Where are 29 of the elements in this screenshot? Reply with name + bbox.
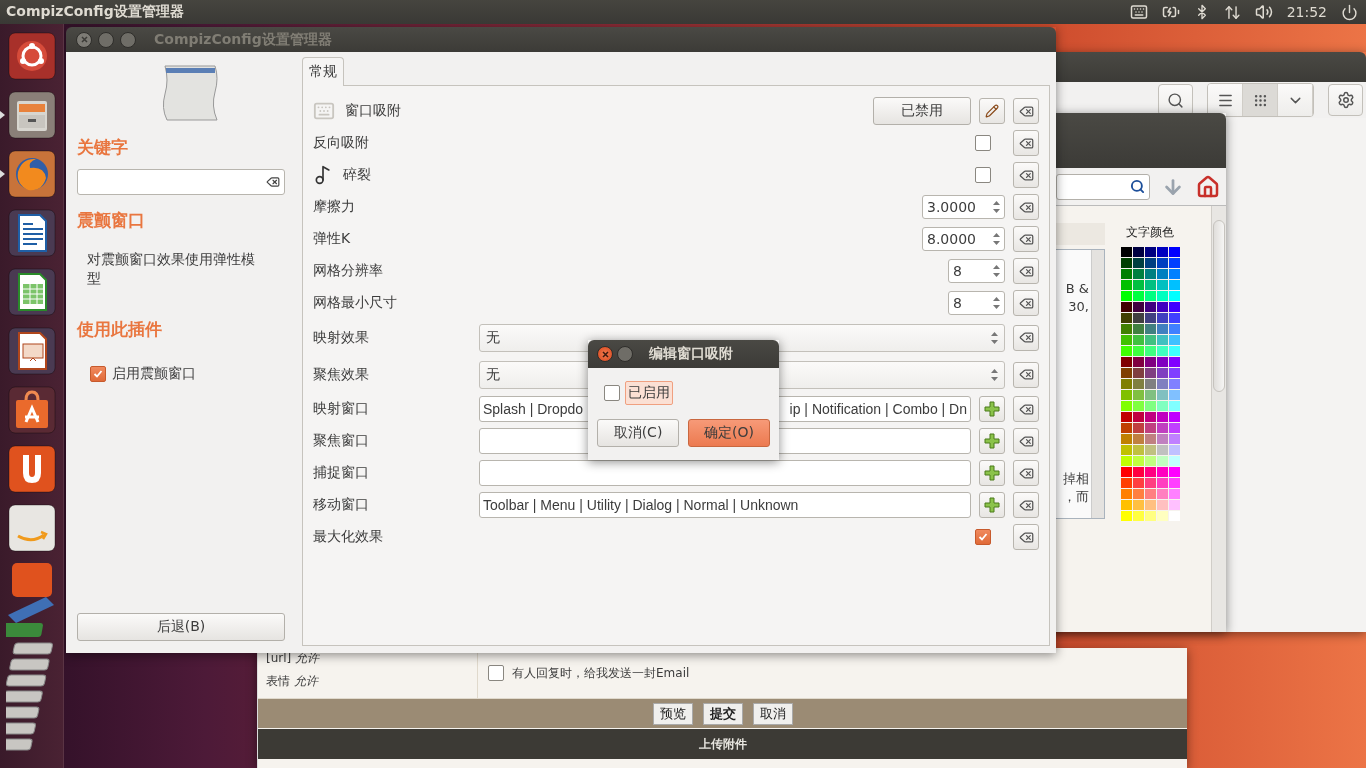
setting-label: 聚焦效果 <box>313 365 369 384</box>
palette-title: 文字颜色 <box>1126 224 1174 241</box>
window-title: CompizConfig设置管理器 <box>154 30 332 49</box>
permission-text: 表情 允许 <box>266 673 320 690</box>
setting-label: 捕捉窗口 <box>313 464 369 482</box>
setting-label: 摩擦力 <box>313 198 355 216</box>
setting-label: 弹性K <box>313 230 351 248</box>
text-fragment: 掉相 <box>1063 470 1089 488</box>
setting-label: 碎裂 <box>343 166 371 184</box>
setting-label: 最大化效果 <box>313 528 383 546</box>
section-heading: 使用此插件 <box>77 318 163 341</box>
setting-label: 反向吸附 <box>313 134 369 152</box>
setting-label: 映射效果 <box>313 328 369 347</box>
section-heading: 震颤窗口 <box>77 209 146 232</box>
setting-label: 网格最小尺寸 <box>313 294 397 312</box>
setting-label: 移动窗口 <box>313 496 369 514</box>
app-title: CompizConfig设置管理器 <box>6 3 185 21</box>
setting-label: 网格分辨率 <box>313 262 383 280</box>
section-heading: 关键字 <box>77 136 129 159</box>
setting-label: 映射窗口 <box>313 400 369 418</box>
checkbox-label: 启用震颤窗口 <box>112 365 196 383</box>
setting-label: 聚焦窗口 <box>313 432 369 450</box>
text-fragment: B & <box>1065 280 1089 298</box>
plugin-description: 对震颤窗口效果使用弹性模型 <box>86 250 256 288</box>
section-header: 上传附件 <box>258 729 1187 759</box>
option-label: 有人回复时，给我发送一封Email <box>512 665 690 682</box>
setting-label: 窗口吸附 <box>345 102 401 120</box>
text-fragment: ，而 <box>1063 488 1089 506</box>
text-fragment: 30, <box>1068 298 1089 316</box>
